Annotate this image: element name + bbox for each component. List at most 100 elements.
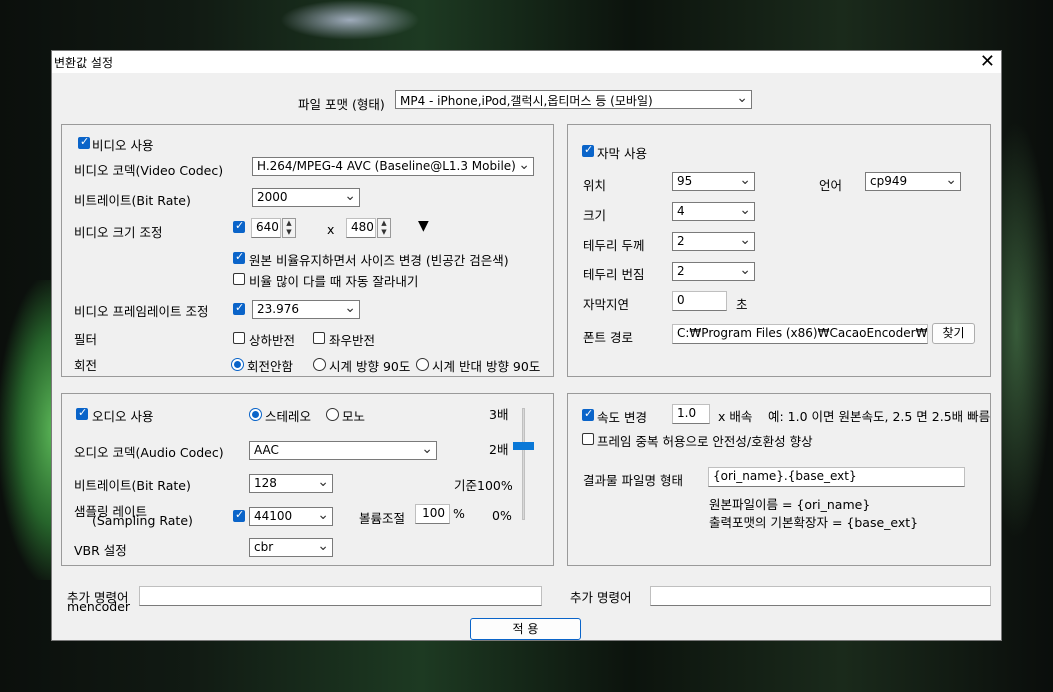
video-resize-checkbox[interactable] (233, 219, 245, 233)
subtitle-use-checkbox[interactable] (582, 143, 594, 157)
framerate-value: 23.976 (257, 302, 299, 316)
mencoder-extra-input[interactable] (139, 586, 542, 606)
stereo-radio[interactable] (249, 408, 262, 421)
subtitle-size-label: 크기 (583, 208, 607, 223)
volume-slider-track[interactable] (522, 408, 525, 520)
speed-checkbox[interactable] (582, 407, 594, 421)
volume-scale-mid: 2배 (489, 442, 509, 457)
volume-input[interactable]: 100 (415, 504, 450, 524)
subtitle-position-label: 위치 (583, 178, 607, 193)
chevron-down-icon (518, 159, 530, 172)
output-name-value: {ori_name}.{base_ext} (713, 469, 857, 483)
video-bitrate-select[interactable]: 2000 (252, 188, 360, 207)
flip-horizontal-checkbox[interactable] (313, 332, 325, 344)
frame-dup-checkbox[interactable] (582, 433, 594, 445)
audio-codec-select[interactable]: AAC (249, 441, 437, 460)
volume-label: 볼륨조절 (359, 511, 406, 526)
speed-value: 1.0 (677, 406, 697, 420)
file-format-select[interactable]: MP4 - iPhone,iPod,갤럭시,옵티머스 등 (모바일) (395, 90, 752, 109)
flip-vertical-label: 상하반전 (249, 333, 296, 348)
video-use-label: 비디오 사용 (92, 138, 154, 153)
chevron-down-icon (317, 540, 329, 553)
subtitle-position-value: 95 (677, 174, 693, 188)
other-extra-input[interactable] (650, 586, 991, 606)
video-height-value: 480 (351, 220, 374, 234)
audio-bitrate-value: 128 (254, 476, 277, 490)
volume-slider-thumb[interactable] (513, 442, 534, 451)
file-format-label: 파일 포맷 (형태) (298, 97, 385, 112)
video-bitrate-value: 2000 (257, 190, 288, 204)
subtitle-language-select[interactable]: cp949 (865, 172, 961, 191)
apply-button[interactable]: 적 용 (470, 618, 581, 640)
output-help-2: 출력포맷의 기본확장자 = {base_ext} (709, 515, 919, 530)
subtitle-delay-input[interactable]: 0 (672, 291, 727, 311)
title-bar[interactable]: 변환값 설정 ✕ (52, 51, 1001, 73)
framerate-label: 비디오 프레임레이트 조정 (74, 304, 209, 319)
video-resize-label: 비디오 크기 조정 (74, 225, 163, 240)
mono-label: 모노 (342, 409, 366, 424)
browse-button[interactable]: 찾기 (932, 323, 975, 344)
subtitle-size-value: 4 (677, 204, 685, 218)
chevron-down-icon (739, 234, 751, 247)
video-use-checkbox[interactable] (78, 135, 90, 149)
output-help-1: 원본파일이름 = {ori_name} (709, 497, 871, 512)
video-bitrate-label: 비트레이트(Bit Rate) (74, 193, 191, 208)
font-path-input[interactable]: C:₩Program Files (x86)₩CacaoEncoder₩m (672, 324, 928, 344)
chevron-down-icon (945, 174, 957, 187)
border-blur-value: 2 (677, 264, 685, 278)
keep-ratio-checkbox[interactable] (233, 250, 245, 264)
chevron-down-icon (739, 204, 751, 217)
volume-scale-base: 기준100% (454, 478, 513, 493)
subtitle-language-label: 언어 (819, 178, 843, 193)
video-codec-label: 비디오 코덱(Video Codec) (74, 163, 224, 178)
rotate-ccw-radio[interactable] (416, 358, 429, 371)
other-extra-label: 추가 명령어 (570, 590, 632, 605)
rotate-none-radio[interactable] (231, 358, 244, 371)
border-blur-select[interactable]: 2 (672, 262, 755, 281)
speed-label: 속도 변경 (597, 410, 647, 425)
subtitle-position-select[interactable]: 95 (672, 172, 755, 191)
sampling-checkbox[interactable] (233, 508, 245, 522)
video-width-input[interactable]: 640 (251, 218, 281, 238)
stereo-label: 스테레오 (265, 409, 312, 424)
border-width-select[interactable]: 2 (672, 232, 755, 251)
video-height-spinner[interactable]: ▲ ▼ (377, 218, 391, 238)
subtitle-delay-unit: 초 (736, 297, 748, 312)
output-name-label: 결과물 파일명 형태 (583, 473, 683, 488)
audio-use-checkbox[interactable] (76, 406, 88, 420)
sampling-select[interactable]: 44100 (249, 507, 333, 526)
video-codec-value: H.264/MPEG-4 AVC (Baseline@L1.3 Mobile) (257, 159, 516, 173)
mono-radio[interactable] (326, 408, 339, 421)
border-blur-label: 테두리 번짐 (583, 267, 645, 282)
chevron-down-icon (736, 92, 748, 105)
speed-unit: x 배속 (718, 409, 753, 424)
framerate-checkbox[interactable] (233, 301, 245, 315)
output-name-input[interactable]: {ori_name}.{base_ext} (708, 467, 965, 487)
video-width-value: 640 (256, 220, 279, 234)
chevron-down-icon (344, 190, 356, 203)
rotate-ccw-label: 시계 반대 방향 90도 (432, 359, 541, 374)
background-glow (280, 0, 420, 40)
chevron-down-icon (739, 264, 751, 277)
vbr-select[interactable]: cbr (249, 538, 333, 557)
font-path-value: C:₩Program Files (x86)₩CacaoEncoder₩m (677, 326, 928, 340)
framerate-select[interactable]: 23.976 (252, 300, 360, 319)
subtitle-size-select[interactable]: 4 (672, 202, 755, 221)
audio-bitrate-select[interactable]: 128 (249, 474, 333, 493)
flip-vertical-checkbox[interactable] (233, 332, 245, 344)
video-width-spinner[interactable]: ▲ ▼ (282, 218, 296, 238)
rotate-none-label: 회전안함 (247, 359, 294, 374)
video-codec-select[interactable]: H.264/MPEG-4 AVC (Baseline@L1.3 Mobile) (252, 157, 534, 176)
volume-scale-top: 3배 (489, 407, 509, 422)
video-height-input[interactable]: 480 (346, 218, 376, 238)
sampling-value: 44100 (254, 509, 293, 523)
rotate-cw-radio[interactable] (313, 358, 326, 371)
close-icon[interactable]: ✕ (980, 52, 995, 72)
auto-crop-checkbox[interactable] (233, 273, 245, 285)
border-width-label: 테두리 두께 (583, 238, 645, 253)
speed-input[interactable]: 1.0 (672, 404, 710, 424)
window-title: 변환값 설정 (54, 56, 114, 70)
chevron-down-icon (421, 443, 433, 456)
file-format-value: MP4 - iPhone,iPod,갤럭시,옵티머스 등 (모바일) (400, 94, 653, 108)
triangle-down-icon[interactable]: ▼ (418, 218, 429, 234)
